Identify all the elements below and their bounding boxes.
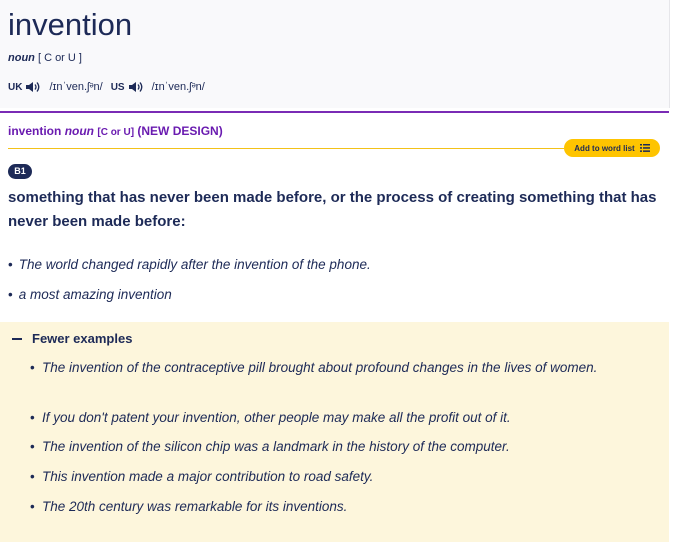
part-of-speech: noun	[8, 52, 35, 64]
more-example-text: If you don't patent your invention, othe…	[42, 410, 511, 425]
dictionary-entry: invention noun [ C or U ] UK /ɪnˈven.ʃᵊn…	[0, 0, 680, 549]
minus-icon	[12, 337, 22, 340]
us-label: US	[110, 81, 125, 93]
sense-pos: noun	[64, 124, 95, 138]
add-to-word-list-label: Add to word list	[574, 143, 635, 153]
add-to-word-list-button[interactable]: Add to word list	[564, 139, 660, 157]
uk-label: UK	[8, 81, 23, 93]
us-audio-speaker-icon[interactable]	[128, 80, 144, 94]
more-example-text: The 20th century was remarkable for its …	[42, 499, 348, 514]
sense-tag: (NEW DESIGN)	[137, 124, 223, 138]
uk-ipa: /ɪnˈven.ʃᵊn/	[49, 81, 103, 93]
part-of-speech-line: noun [ C or U ]	[8, 52, 82, 64]
more-example: • This invention made a major contributio…	[30, 466, 630, 487]
more-example: • The invention of the silicon chip was a…	[30, 436, 630, 457]
list-icon	[639, 144, 650, 152]
level-badge: B1	[8, 164, 32, 179]
sense-divider	[8, 148, 564, 149]
fewer-examples-toggle[interactable]: Fewer examples	[12, 331, 132, 346]
definition: something that has never been made befor…	[8, 189, 657, 230]
pronunciation-row: UK /ɪnˈven.ʃᵊn/ US /ɪnˈven.ʃᵊn/	[8, 80, 213, 94]
more-example-text: The invention of the contraceptive pill …	[42, 360, 598, 375]
more-example: • The invention of the contraceptive pill…	[30, 357, 630, 378]
fewer-examples-label: Fewer examples	[32, 331, 133, 346]
sense-headword: invention	[8, 124, 62, 138]
more-example-text: The invention of the silicon chip was a …	[42, 439, 510, 454]
more-example: • The 20th century was remarkable for its…	[30, 496, 630, 517]
us-ipa: /ɪnˈven.ʃᵊn/	[151, 81, 205, 93]
sense-grammar: [C or U]	[97, 127, 135, 138]
section-divider	[0, 111, 669, 113]
example-text: a most amazing invention	[18, 287, 172, 302]
example-sentence: • a most amazing invention	[8, 287, 172, 302]
headword: invention	[8, 7, 133, 42]
uk-audio-speaker-icon[interactable]	[25, 80, 41, 94]
more-example-text: This invention made a major contribution…	[42, 469, 374, 484]
example-text: The world changed rapidly after the inve…	[18, 257, 371, 272]
more-example: • If you don't patent your invention, oth…	[30, 407, 630, 428]
grammar-code: [ C or U ]	[37, 52, 82, 64]
example-sentence: • The world changed rapidly after the inv…	[8, 257, 371, 272]
sense-header: invention noun [C or U] (NEW DESIGN)	[8, 124, 223, 138]
